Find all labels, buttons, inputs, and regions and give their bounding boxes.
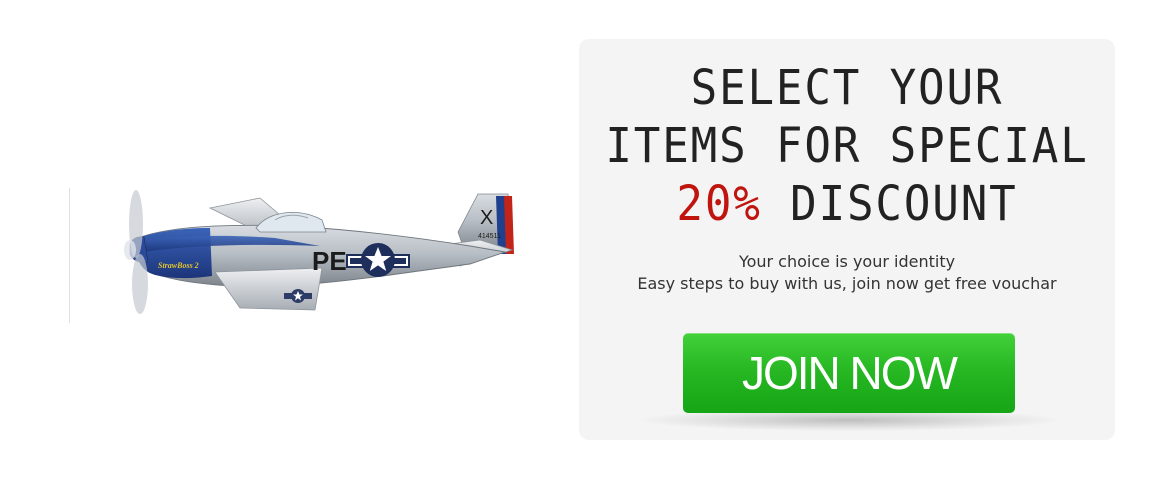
- subtext-line-2: Easy steps to buy with us, join now get …: [637, 274, 1057, 293]
- promo-card: SELECT YOUR ITEMS FOR SPECIAL 20% DISCOU…: [579, 39, 1115, 440]
- headline-line-1: SELECT YOUR: [690, 60, 1004, 116]
- tail-number: 414511: [478, 233, 501, 240]
- headline-line-3: 20% DISCOUNT: [600, 175, 1093, 233]
- discount-label: DISCOUNT: [761, 176, 1018, 232]
- join-now-button[interactable]: JOIN NOW: [683, 333, 1015, 413]
- discount-percent: 20%: [676, 176, 762, 232]
- aircraft-code: PE: [312, 246, 347, 276]
- promo-headline: SELECT YOUR ITEMS FOR SPECIAL 20% DISCOU…: [600, 59, 1093, 233]
- promo-subtext: Your choice is your identity Easy steps …: [579, 251, 1115, 295]
- tail-letter: X: [480, 207, 493, 229]
- divider: [69, 188, 70, 323]
- airplane-image: PE X 414511 StrawBoss 2: [60, 180, 530, 330]
- promo-banner: PE X 414511 StrawBoss 2 SELECT YOUR ITEM…: [0, 0, 1170, 480]
- headline-line-2: ITEMS FOR SPECIAL: [605, 118, 1089, 174]
- p51-mustang-airplane-icon: PE X 414511 StrawBoss 2: [124, 190, 514, 314]
- nose-art: StrawBoss 2: [158, 261, 199, 270]
- subtext-line-1: Your choice is your identity: [738, 252, 956, 271]
